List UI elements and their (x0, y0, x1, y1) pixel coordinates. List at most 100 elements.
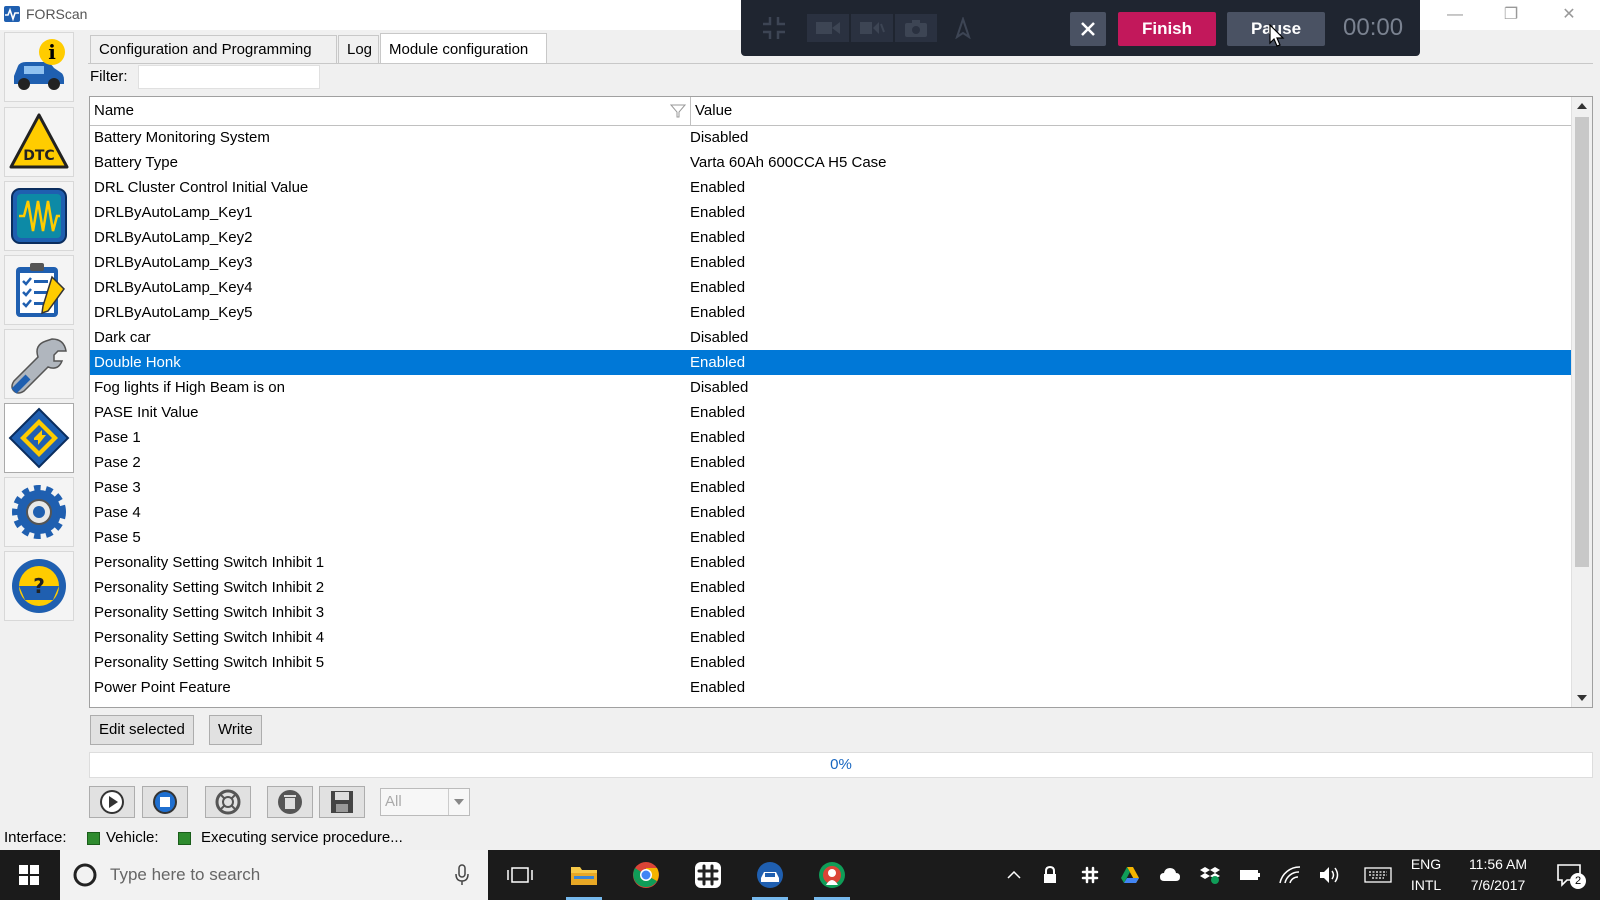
table-row[interactable]: Double Honk Enabled (90, 350, 1573, 375)
cancel-recording-button[interactable] (1070, 12, 1106, 46)
tray-touch-keyboard[interactable] (1362, 850, 1394, 900)
tray-network[interactable] (1276, 850, 1304, 900)
table-row[interactable]: DRLByAutoLamp_Key3 Enabled (90, 250, 1573, 275)
taskbar-search-box[interactable]: Type here to search (60, 850, 488, 900)
stop-button[interactable] (142, 786, 188, 818)
file-explorer-button[interactable] (560, 850, 608, 900)
chevron-down-icon[interactable] (448, 789, 469, 815)
sidebar-service-tools[interactable] (4, 329, 74, 399)
tray-volume[interactable] (1316, 850, 1344, 900)
microphone-icon[interactable] (454, 864, 470, 886)
table-row[interactable]: Power Point Feature Enabled (90, 675, 1573, 700)
column-header-value-label: Value (695, 102, 733, 119)
parameter-value-cell: Enabled (690, 254, 746, 271)
table-row[interactable]: Personality Setting Switch Inhibit 3 Enab… (90, 600, 1573, 625)
minimize-button[interactable]: — (1432, 0, 1478, 30)
table-row[interactable]: Dark car Disabled (90, 325, 1573, 350)
svg-text:DTC: DTC (23, 148, 54, 164)
table-row[interactable]: DRLByAutoLamp_Key5 Enabled (90, 300, 1573, 325)
edit-selected-button[interactable]: Edit selected (90, 715, 194, 745)
tab-log[interactable]: Log (338, 35, 379, 63)
tab-configuration-programming[interactable]: Configuration and Programming (90, 35, 337, 63)
parameter-value-cell: Enabled (690, 229, 746, 246)
table-row[interactable]: Pase 3 Enabled (90, 475, 1573, 500)
tray-onedrive[interactable] (1156, 850, 1184, 900)
audio-icon[interactable] (851, 14, 893, 42)
table-row[interactable]: Personality Setting Switch Inhibit 2 Enab… (90, 575, 1573, 600)
task-view-button[interactable] (496, 850, 544, 900)
table-row[interactable]: DRLByAutoLamp_Key1 Enabled (90, 200, 1573, 225)
sidebar-dtc[interactable]: DTC (4, 107, 74, 177)
vehicle-info-icon: i (14, 39, 65, 90)
tray-google-drive[interactable] (1116, 850, 1144, 900)
parameter-name-cell: DRLByAutoLamp_Key3 (94, 254, 253, 271)
restore-button[interactable]: ❐ (1488, 0, 1534, 30)
table-row[interactable]: Personality Setting Switch Inhibit 1 Enab… (90, 550, 1573, 575)
table-row[interactable]: DRL Cluster Control Initial Value Enabled (90, 175, 1573, 200)
parameter-value-cell: Enabled (690, 529, 746, 546)
lock-icon (1044, 866, 1056, 883)
webcam-icon[interactable] (807, 14, 849, 42)
forscan-car-icon (757, 862, 783, 888)
table-row[interactable]: Fog lights if High Beam is on Disabled (90, 375, 1573, 400)
recorder-taskbar-button[interactable] (808, 850, 856, 900)
scrollbar-thumb[interactable] (1575, 117, 1589, 567)
table-row[interactable]: Personality Setting Switch Inhibit 4 Enab… (90, 625, 1573, 650)
save-button[interactable] (319, 786, 365, 818)
oscilloscope-icon (11, 188, 67, 244)
screen-recorder-toolbar: Finish Pause 00:00 (741, 0, 1420, 56)
clear-button[interactable] (267, 786, 313, 818)
table-row[interactable]: Battery Monitoring System Disabled (90, 125, 1573, 150)
forscan-taskbar-button[interactable] (746, 850, 794, 900)
finish-recording-button[interactable]: Finish (1118, 12, 1216, 46)
tray-lock[interactable] (1036, 850, 1064, 900)
clock-time: 11:56 AM (1468, 856, 1528, 872)
sidebar-checklist[interactable] (4, 255, 74, 325)
parameter-value-cell: Disabled (690, 329, 749, 346)
table-row[interactable]: Personality Setting Switch Inhibit 5 Enab… (90, 650, 1573, 675)
table-row[interactable]: DRLByAutoLamp_Key2 Enabled (90, 225, 1573, 250)
system-clock[interactable]: 11:56 AM 7/6/2017 (1458, 854, 1538, 896)
column-header-value[interactable]: Value (691, 97, 1573, 125)
show-hidden-icons[interactable] (1000, 850, 1028, 900)
table-row[interactable]: Pase 1 Enabled (90, 425, 1573, 450)
filter-funnel-icon[interactable] (670, 104, 686, 118)
sidebar-module-configuration[interactable] (4, 403, 74, 473)
table-row[interactable]: Pase 2 Enabled (90, 450, 1573, 475)
module-select[interactable]: All (380, 788, 470, 816)
support-button[interactable] (205, 786, 251, 818)
table-row[interactable]: Battery Type Varta 60Ah 600CCA H5 Case (90, 150, 1573, 175)
screenshot-camera-icon[interactable] (895, 14, 937, 42)
column-header-name[interactable]: Name (90, 97, 691, 125)
parameter-name-cell: Fog lights if High Beam is on (94, 379, 285, 396)
start-button[interactable] (89, 786, 135, 818)
tray-battery[interactable] (1236, 850, 1264, 900)
sidebar-oscilloscope[interactable] (4, 181, 74, 251)
start-button-windows[interactable] (5, 850, 53, 900)
sidebar-help[interactable]: ? (4, 551, 74, 621)
action-center-button[interactable]: 2 (1550, 850, 1590, 900)
vertical-scrollbar[interactable] (1571, 97, 1592, 707)
table-row[interactable]: Pase 5 Enabled (90, 525, 1573, 550)
table-row[interactable]: Pase 4 Enabled (90, 500, 1573, 525)
table-row[interactable]: PASE Init Value Enabled (90, 400, 1573, 425)
sidebar-settings[interactable] (4, 477, 74, 547)
parameter-value-cell: Enabled (690, 429, 746, 446)
input-language[interactable]: ENG INTL (1404, 854, 1448, 896)
scroll-up-arrow-icon[interactable] (1572, 97, 1592, 115)
collapse-icon[interactable] (759, 14, 789, 42)
wifi-icon (1279, 866, 1301, 884)
write-button[interactable]: Write (209, 715, 262, 745)
close-window-button[interactable]: ✕ (1546, 0, 1592, 30)
sidebar-vehicle-info[interactable]: i (4, 32, 74, 102)
slack-button[interactable] (684, 850, 732, 900)
tray-dropbox[interactable] (1196, 850, 1224, 900)
scroll-down-arrow-icon[interactable] (1572, 689, 1592, 707)
tray-slack[interactable] (1076, 850, 1104, 900)
parameter-name-cell: Battery Monitoring System (94, 129, 270, 146)
chrome-button[interactable] (622, 850, 670, 900)
filter-input[interactable] (138, 65, 320, 89)
tab-module-configuration[interactable]: Module configuration (380, 33, 547, 64)
draw-icon[interactable] (949, 14, 977, 42)
table-row[interactable]: DRLByAutoLamp_Key4 Enabled (90, 275, 1573, 300)
